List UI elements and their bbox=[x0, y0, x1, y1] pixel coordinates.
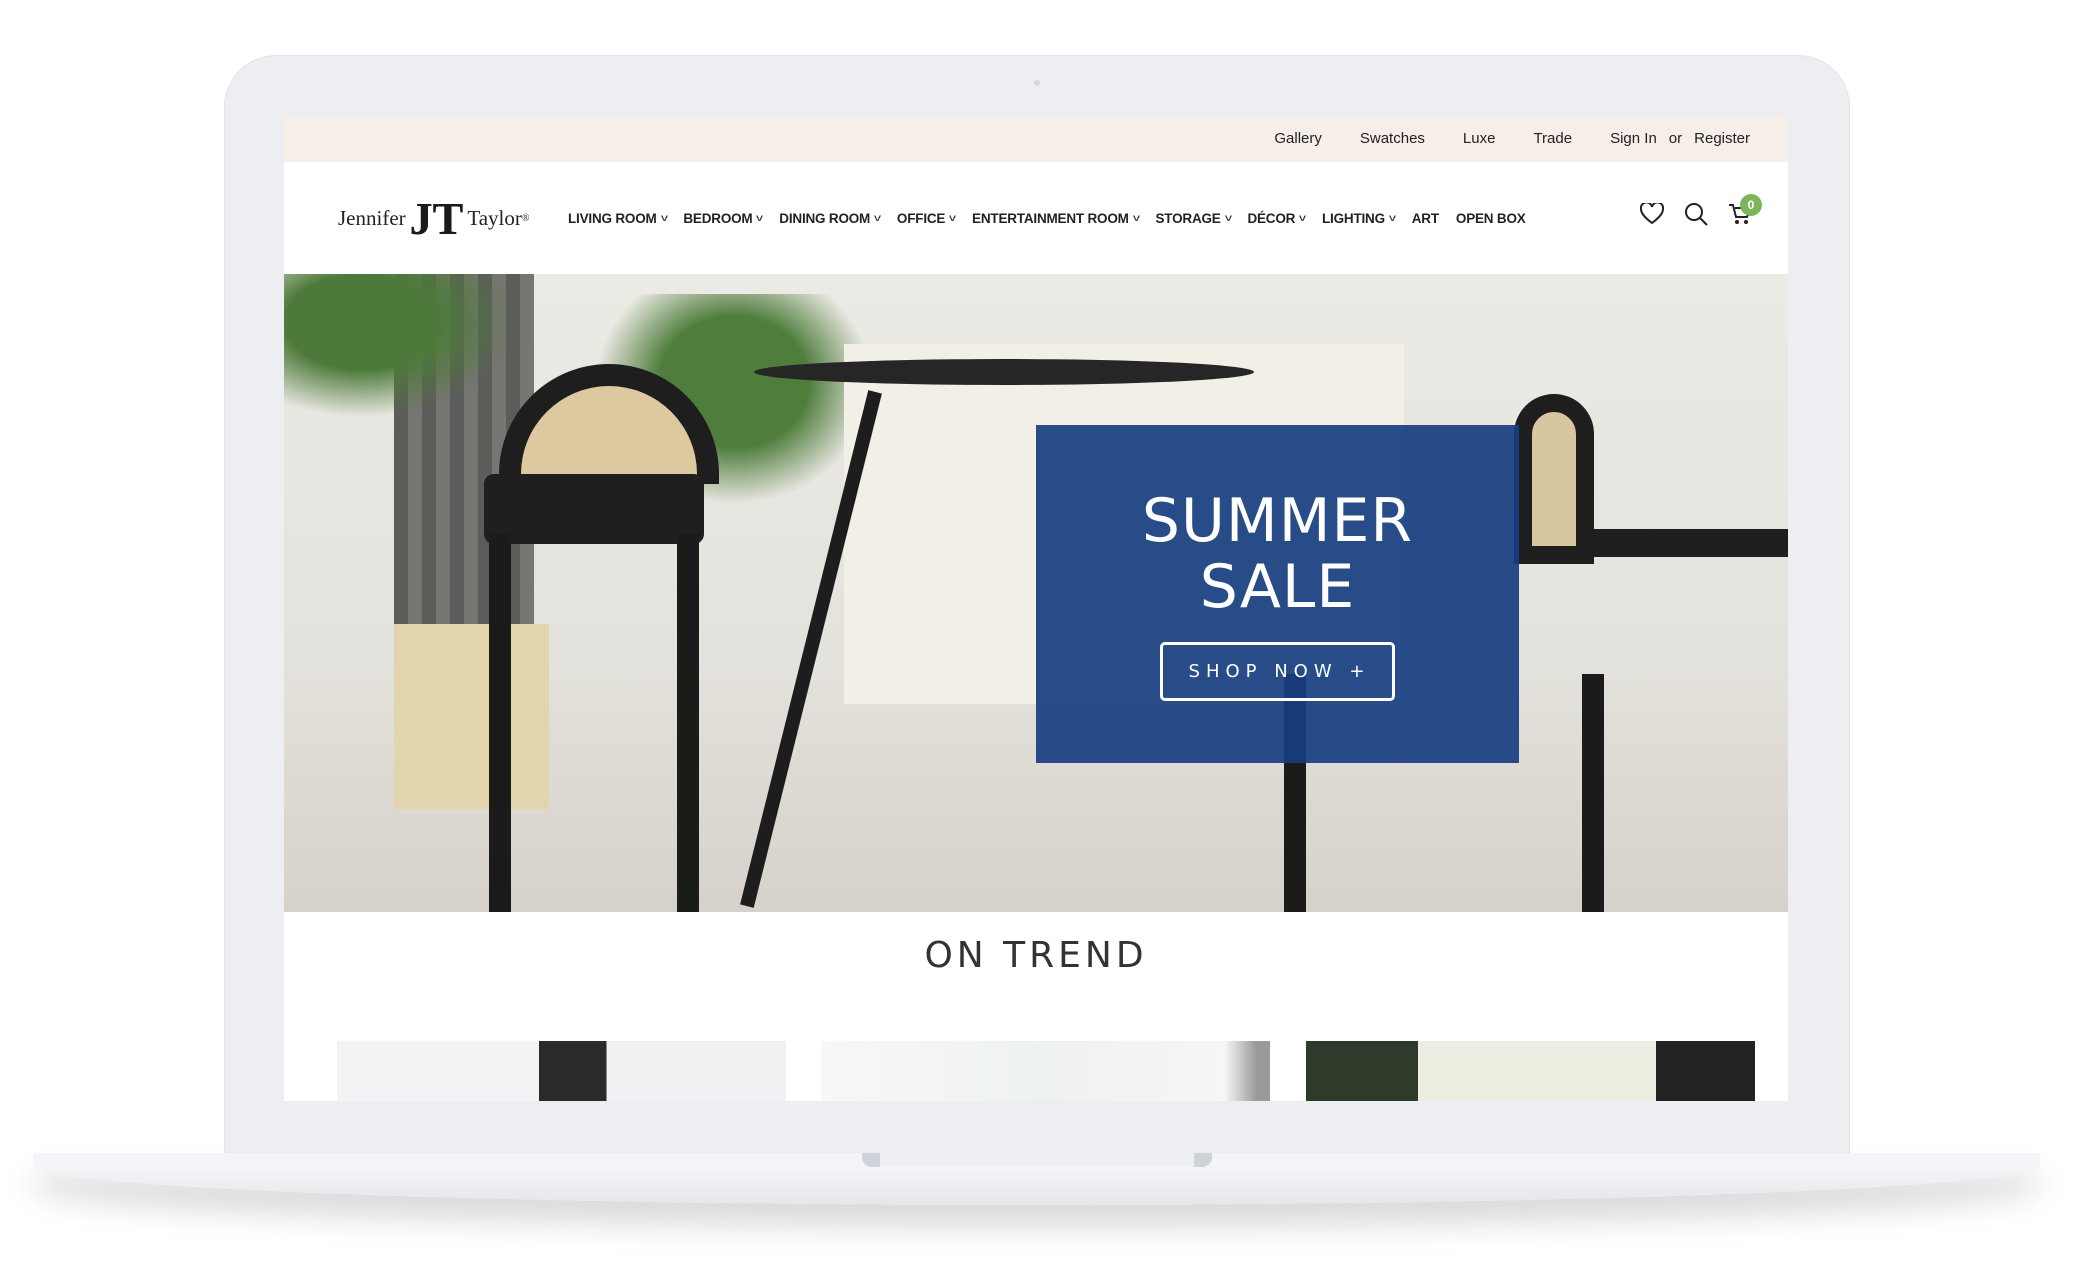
logo-reg: ® bbox=[521, 212, 530, 224]
chair-right-back bbox=[1514, 394, 1594, 564]
gallery-link[interactable]: Gallery bbox=[1274, 130, 1322, 147]
hero-banner[interactable]: SUMMER SALE SHOP NOW + bbox=[284, 274, 1788, 912]
logo-first: Jennifer bbox=[338, 205, 406, 230]
logo[interactable]: Jennifer JT Taylor ® bbox=[338, 179, 568, 254]
nav-item-label: LIVING ROOM bbox=[568, 210, 657, 226]
nav-item-label: DÉCOR bbox=[1247, 210, 1296, 226]
nav-item-label: ART bbox=[1411, 210, 1439, 226]
nav-item-living-room[interactable]: LIVING ROOM v bbox=[568, 210, 668, 226]
logo-monogram: JT bbox=[403, 179, 474, 254]
main-nav: Jennifer JT Taylor ® LIVING ROOM v BEDROOM… bbox=[284, 162, 1788, 274]
cart-count-badge: 0 bbox=[1740, 194, 1762, 216]
section-title: ON TREND bbox=[924, 935, 1148, 976]
search-icon[interactable] bbox=[1684, 202, 1708, 226]
chair-left-legs bbox=[489, 534, 699, 912]
nav-item-open-box[interactable]: OPEN BOX bbox=[1456, 211, 1526, 226]
shop-now-button[interactable]: SHOP NOW + bbox=[1159, 641, 1396, 701]
chevron-down-icon: v bbox=[874, 212, 881, 224]
laptop-notch bbox=[862, 1153, 1212, 1167]
nav-item-label: LIGHTING bbox=[1322, 210, 1385, 226]
heart-icon[interactable] bbox=[1640, 203, 1664, 225]
nav-item-label: BEDROOM bbox=[683, 210, 753, 226]
nav-item-art[interactable]: ART bbox=[1412, 211, 1439, 226]
chevron-down-icon: v bbox=[1224, 212, 1232, 224]
cart-icon[interactable]: 0 bbox=[1728, 194, 1762, 226]
nav-item-storage[interactable]: STORAGE v bbox=[1155, 210, 1232, 226]
register-link[interactable]: Register bbox=[1694, 130, 1750, 147]
side-table bbox=[1594, 529, 1788, 557]
website-screen: Gallery Swatches Luxe Trade Sign In or R… bbox=[284, 115, 1788, 1101]
chevron-down-icon: v bbox=[949, 212, 957, 224]
trend-card-1[interactable] bbox=[337, 1041, 786, 1101]
logo-last: Taylor bbox=[467, 205, 522, 230]
nav-item-label: OPEN BOX bbox=[1455, 210, 1526, 226]
or-text: or bbox=[1668, 130, 1683, 147]
auth-links: Sign In or Register bbox=[1610, 130, 1750, 147]
table-top bbox=[754, 359, 1254, 385]
nav-item-office[interactable]: OFFICE v bbox=[896, 210, 957, 226]
sale-title: SUMMER SALE bbox=[1141, 485, 1414, 622]
nav-item-label: OFFICE bbox=[896, 210, 946, 226]
chevron-down-icon: v bbox=[756, 212, 764, 224]
trend-card-2[interactable] bbox=[821, 1041, 1270, 1101]
nav-item-lighting[interactable]: LIGHTING v bbox=[1322, 210, 1396, 226]
chevron-down-icon: v bbox=[1132, 212, 1140, 224]
plant-image bbox=[284, 274, 544, 434]
nav-item-bedroom[interactable]: BEDROOM v bbox=[683, 210, 764, 226]
luxe-link[interactable]: Luxe bbox=[1463, 130, 1496, 147]
laptop-camera bbox=[1034, 80, 1040, 86]
header-icons: 0 bbox=[1640, 194, 1762, 226]
utility-bar: Gallery Swatches Luxe Trade Sign In or R… bbox=[284, 115, 1788, 162]
chevron-down-icon: v bbox=[660, 212, 668, 224]
nav-item-label: ENTERTAINMENT ROOM bbox=[972, 210, 1129, 226]
nav-item-décor[interactable]: DÉCOR v bbox=[1247, 210, 1306, 226]
trend-card-3[interactable] bbox=[1306, 1041, 1755, 1101]
sign-in-link[interactable]: Sign In bbox=[1610, 130, 1657, 147]
chevron-down-icon: v bbox=[1299, 212, 1306, 224]
swatches-link[interactable]: Swatches bbox=[1360, 130, 1425, 147]
trade-link[interactable]: Trade bbox=[1533, 130, 1572, 147]
sale-banner: SUMMER SALE SHOP NOW + bbox=[1036, 425, 1519, 763]
nav-item-label: STORAGE bbox=[1155, 210, 1221, 226]
nav-item-label: DINING ROOM bbox=[779, 210, 871, 226]
nav-item-entertainment-room[interactable]: ENTERTAINMENT ROOM v bbox=[972, 210, 1140, 226]
nav-item-dining-room[interactable]: DINING ROOM v bbox=[779, 210, 881, 226]
category-menu: LIVING ROOM v BEDROOM v DINING ROOM v OFFICE v E… bbox=[568, 211, 1543, 226]
chevron-down-icon: v bbox=[1388, 212, 1396, 224]
